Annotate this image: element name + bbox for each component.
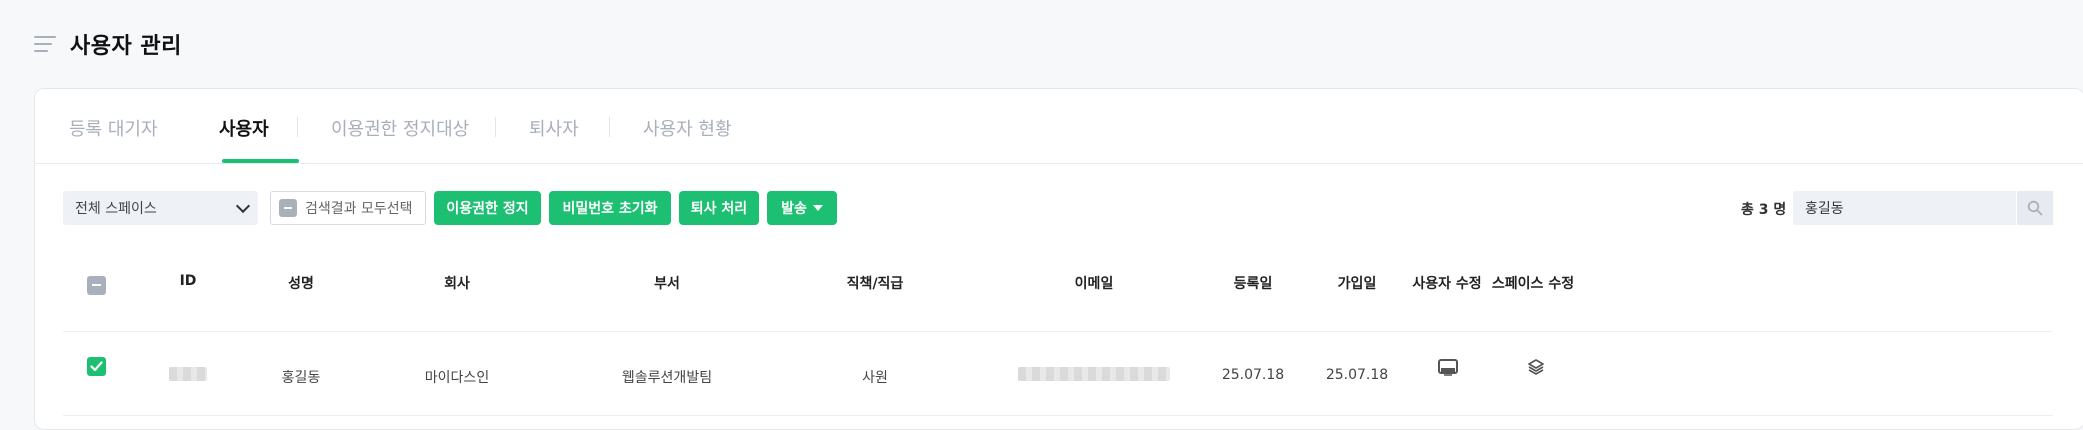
column-header-department: 부서 — [654, 276, 680, 292]
column-header-joined: 가입일 — [1337, 276, 1377, 292]
tab-users[interactable]: 사용자 — [219, 115, 269, 141]
search-input[interactable] — [1793, 191, 2013, 225]
tab-resigned[interactable]: 퇴사자 — [529, 115, 579, 141]
resign-button[interactable]: 퇴사 처리 — [679, 191, 759, 225]
active-tab-indicator — [222, 159, 299, 163]
search-box — [1793, 191, 2053, 225]
row-checkbox[interactable] — [87, 357, 106, 376]
search-button[interactable] — [2016, 191, 2053, 225]
edit-user-button[interactable] — [1438, 359, 1458, 380]
layers-icon — [1528, 359, 1544, 375]
monitor-icon — [1438, 359, 1458, 376]
cell-registered: 25.07.18 — [1221, 367, 1285, 383]
tab-pending[interactable]: 등록 대기자 — [69, 115, 158, 141]
column-header-company: 회사 — [444, 276, 470, 292]
send-dropdown-button[interactable]: 발송 — [767, 191, 837, 225]
menu-icon[interactable] — [34, 36, 56, 52]
select-all-checkbox[interactable] — [87, 276, 106, 295]
cell-company: 마이다스인 — [424, 370, 490, 386]
tab-bar: 등록 대기자 사용자 이용권한 정지대상 퇴사자 사용자 현황 — [35, 89, 2083, 164]
tab-suspended[interactable]: 이용권한 정지대상 — [331, 115, 469, 141]
cell-department: 웹솔루션개발팀 — [621, 370, 713, 386]
space-select-value: 전체 스페이스 — [75, 201, 157, 217]
check-icon — [90, 361, 103, 372]
cell-id — [169, 367, 207, 385]
content-card: 등록 대기자 사용자 이용권한 정지대상 퇴사자 사용자 현황 전체 스페이스 … — [34, 88, 2083, 430]
total-count: 총 3 명 — [1741, 202, 1787, 218]
column-header-position: 직책/직급 — [846, 276, 904, 292]
page-title: 사용자 관리 — [70, 34, 182, 59]
page-header: 사용자 관리 — [34, 28, 182, 60]
column-header-edit-space: 스페이스 수정 — [1491, 276, 1575, 292]
column-header-name: 성명 — [288, 276, 314, 292]
tab-user-status[interactable]: 사용자 현황 — [643, 115, 732, 141]
reset-password-button[interactable]: 비밀번호 초기화 — [549, 191, 671, 225]
select-all-results-checkbox[interactable]: 검색결과 모두선택 — [270, 191, 426, 225]
redacted-id — [169, 367, 207, 381]
send-label: 발송 — [781, 201, 807, 217]
column-header-email: 이메일 — [1074, 276, 1114, 292]
column-header-id: ID — [179, 273, 197, 289]
caret-down-icon — [812, 205, 823, 211]
column-header-edit-user: 사용자 수정 — [1412, 276, 1482, 292]
column-header-registered: 등록일 — [1233, 276, 1273, 292]
chevron-down-icon — [235, 198, 251, 214]
cell-joined: 25.07.18 — [1325, 367, 1389, 383]
indeterminate-checkbox-icon — [279, 199, 297, 217]
tab-separator — [297, 117, 298, 137]
tab-separator — [495, 117, 496, 137]
edit-space-button[interactable] — [1528, 359, 1544, 379]
user-management-page: 사용자 관리 등록 대기자 사용자 이용권한 정지대상 퇴사자 사용자 현황 전… — [0, 0, 2083, 430]
suspend-access-button[interactable]: 이용권한 정지 — [434, 191, 541, 225]
redacted-email — [1018, 367, 1170, 381]
tab-separator — [609, 117, 610, 137]
space-select[interactable]: 전체 스페이스 — [63, 191, 258, 225]
cell-email — [1018, 367, 1170, 385]
cell-position: 사원 — [862, 370, 888, 386]
search-icon — [2027, 200, 2043, 216]
select-all-label: 검색결과 모두선택 — [305, 201, 413, 217]
table-header: ID 성명 회사 부서 직책/직급 이메일 등록일 가입일 사용자 수정 스페이… — [63, 271, 2053, 332]
table-row[interactable]: 홍길동 마이다스인 웹솔루션개발팀 사원 25.07.18 25.07.18 — [63, 333, 2053, 416]
toolbar: 전체 스페이스 검색결과 모두선택 이용권한 정지 비밀번호 초기화 퇴사 처리… — [35, 191, 2083, 227]
cell-name: 홍길동 — [281, 370, 321, 386]
